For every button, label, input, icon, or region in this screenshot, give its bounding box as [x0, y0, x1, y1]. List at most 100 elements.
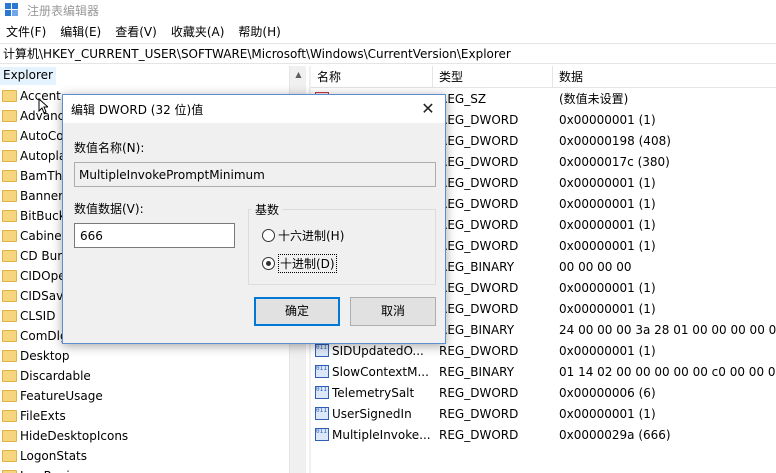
value-name-field: MultipleInvokePromptMinimum [74, 162, 436, 187]
value-type-cell: REG_DWORD [439, 280, 519, 295]
base-group-box [248, 209, 436, 285]
menu-help[interactable]: 帮助(H) [232, 23, 288, 40]
value-name-cell: 011 110UserSignedIn [311, 407, 433, 421]
value-name-text: MultipleInvoke... [332, 427, 431, 442]
folder-icon [2, 170, 17, 182]
tree-item-label: CLSID [20, 309, 56, 323]
value-type-cell: REG_DWORD [439, 196, 519, 211]
value-data-cell: 01 14 02 00 00 00 00 00 c0 00 00 00 00 [559, 364, 776, 379]
value-type-cell: REG_DWORD [439, 133, 519, 148]
cancel-button[interactable]: 取消 [350, 297, 436, 326]
folder-icon [2, 150, 17, 162]
tree-item-label: Cabinet [20, 229, 67, 243]
value-name-text: SlowContextM... [332, 364, 429, 379]
decimal-radio-option[interactable]: 十进制(D) [262, 254, 337, 273]
base-group-label: 基数 [252, 201, 283, 218]
value-type-cell: REG_DWORD [439, 154, 519, 169]
column-header-type[interactable]: 类型 [433, 66, 553, 88]
tree-item[interactable]: LowRegi [0, 466, 289, 473]
folder-icon [2, 210, 17, 222]
menu-file[interactable]: 文件(F) [0, 23, 54, 40]
value-type-cell: REG_SZ [439, 91, 487, 106]
binary-value-icon: 011 110 [315, 428, 329, 441]
folder-icon [2, 350, 17, 362]
scroll-up-arrow-icon[interactable]: ▲ [290, 66, 307, 83]
value-name-label: 数值名称(N): [74, 141, 145, 155]
tree-item-label: LowRegi [20, 469, 70, 473]
tree-item[interactable]: LogonStats [0, 446, 289, 466]
column-header-data[interactable]: 数据 [553, 66, 776, 88]
menu-edit[interactable]: 编辑(E) [54, 23, 109, 40]
value-row[interactable]: 011 110UserSignedIn REG_DWORD 0x00000001 (… [311, 403, 776, 424]
dialog-title-bar[interactable]: 编辑 DWORD (32 位)值 ✕ [63, 95, 445, 123]
folder-icon [2, 450, 17, 462]
folder-icon [2, 270, 17, 282]
binary-value-icon: 011 110 [315, 344, 329, 357]
tree-header: Explorer [0, 66, 289, 86]
value-data-cell: 0x00000198 (408) [559, 133, 671, 148]
value-row[interactable]: 011 110MultipleInvoke... REG_DWORD 0x00000… [311, 424, 776, 445]
close-icon[interactable]: ✕ [417, 99, 439, 119]
value-data-cell: 0x00000001 (1) [559, 301, 656, 316]
decimal-radio-label: 十进制(D) [278, 254, 337, 273]
folder-icon [2, 130, 17, 142]
tree-item[interactable]: Discardable [0, 366, 289, 386]
value-type-cell: REG_DWORD [439, 217, 519, 232]
value-name-text: TelemetrySalt [332, 385, 415, 400]
value-data-input[interactable]: 666 [74, 223, 235, 248]
decimal-radio[interactable] [262, 257, 275, 270]
value-data-cell: 0x00000001 (1) [559, 343, 656, 358]
value-type-cell: REG_DWORD [439, 406, 519, 421]
tree-item[interactable]: Desktop [0, 346, 289, 366]
folder-icon [2, 310, 17, 322]
value-row[interactable]: 011 110SlowContextM... REG_BINARY 01 14 02… [311, 361, 776, 382]
value-type-cell: REG_DWORD [439, 385, 519, 400]
value-data-cell: 0x00000001 (1) [559, 217, 656, 232]
column-header-name[interactable]: 名称 [311, 66, 433, 88]
value-type-cell: REG_DWORD [439, 175, 519, 190]
folder-icon [2, 430, 17, 442]
value-name-text: UserSignedIn [332, 406, 412, 421]
address-bar[interactable]: 计算机\HKEY_CURRENT_USER\SOFTWARE\Microsoft… [0, 43, 776, 64]
menu-favorites[interactable]: 收藏夹(A) [165, 23, 233, 40]
hex-radio[interactable] [262, 229, 275, 242]
ok-button[interactable]: 确定 [254, 297, 340, 326]
title-bar: 注册表编辑器 [0, 0, 776, 20]
hex-radio-option[interactable]: 十六进制(H) [262, 227, 344, 244]
value-type-cell: REG_BINARY [439, 364, 515, 379]
value-type-cell: REG_DWORD [439, 427, 519, 442]
menu-bar: 文件(F) 编辑(E) 查看(V) 收藏夹(A) 帮助(H) [0, 21, 776, 42]
value-type-cell: REG_DWORD [439, 301, 519, 316]
value-data-cell: 0x00000001 (1) [559, 238, 656, 253]
dialog-body: 数值名称(N): MultipleInvokePromptMinimum 数值数… [63, 123, 445, 343]
mouse-cursor-icon [38, 98, 48, 114]
binary-value-icon: 011 110 [315, 407, 329, 420]
value-type-cell: REG_BINARY [439, 322, 515, 337]
value-row[interactable]: 011 110TelemetrySalt REG_DWORD 0x00000006 … [311, 382, 776, 403]
folder-icon [2, 390, 17, 402]
selected-key-label[interactable]: Explorer [0, 67, 56, 85]
tree-item[interactable]: FileExts [0, 406, 289, 426]
value-name-cell: 011 110MultipleInvoke... [311, 428, 433, 442]
folder-icon [2, 90, 17, 102]
folder-icon [2, 230, 17, 242]
folder-icon [2, 190, 17, 202]
folder-icon [2, 330, 17, 342]
folder-icon [2, 250, 17, 262]
dialog-title: 编辑 DWORD (32 位)值 [71, 102, 204, 117]
tree-item[interactable]: HideDesktopIcons [0, 426, 289, 446]
tree-item-label: BamTh [20, 169, 63, 183]
tree-item[interactable]: FeatureUsage [0, 386, 289, 406]
menu-view[interactable]: 查看(V) [109, 23, 165, 40]
tree-item-label: Desktop [20, 349, 70, 363]
value-data-cell: 0x0000029a (666) [559, 427, 671, 442]
folder-icon [2, 410, 17, 422]
value-type-cell: REG_DWORD [439, 238, 519, 253]
tree-item-label: FeatureUsage [20, 389, 103, 403]
regedit-icon [5, 3, 19, 17]
value-data-cell: 0x00000001 (1) [559, 196, 656, 211]
folder-icon [2, 290, 17, 302]
value-data-cell: 0x00000001 (1) [559, 175, 656, 190]
value-data-label: 数值数据(V): [74, 202, 144, 216]
window-title: 注册表编辑器 [27, 3, 100, 18]
